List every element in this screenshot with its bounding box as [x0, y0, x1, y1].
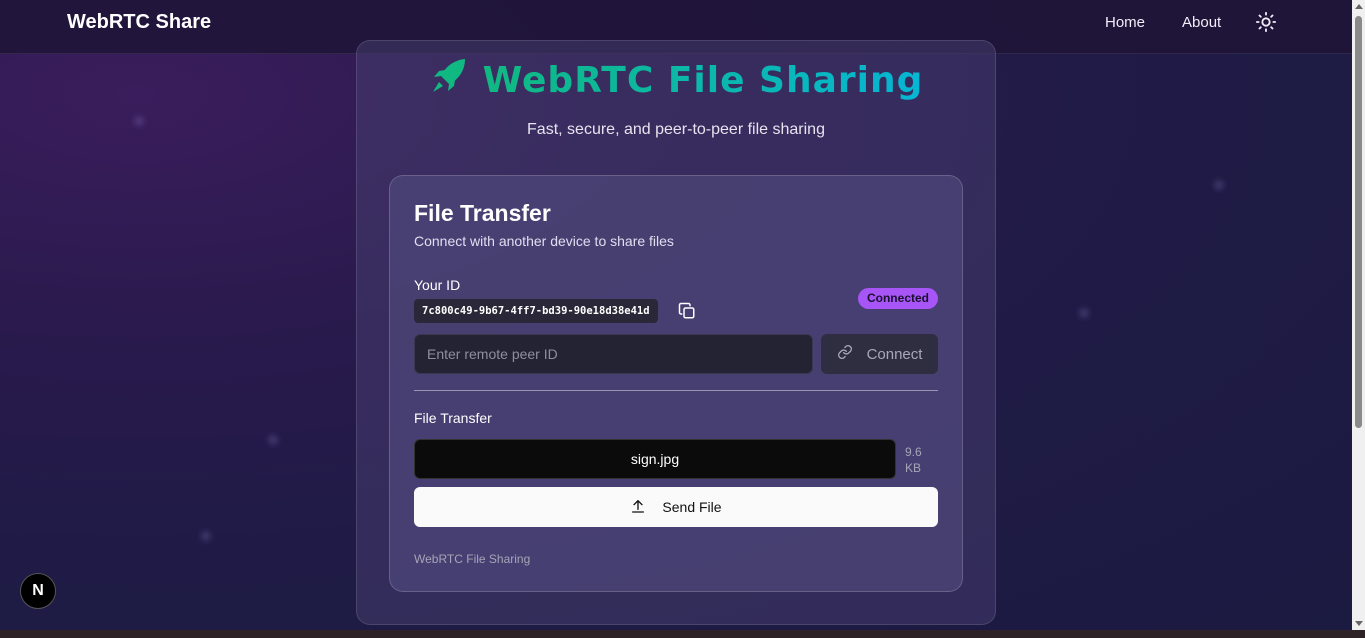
vertical-scrollbar[interactable] [1352, 0, 1365, 630]
brand-logo[interactable]: WebRTC Share [67, 11, 211, 34]
connect-button-label: Connect [866, 345, 923, 363]
hero-title: WebRTC File Sharing [0, 56, 1352, 105]
your-id-label: Your ID [414, 277, 461, 293]
hero-title-text: WebRTC File Sharing [482, 60, 924, 101]
scroll-up-arrow[interactable] [1355, 4, 1363, 9]
background-star [201, 531, 211, 541]
hero-subtitle: Fast, secure, and peer-to-peer file shar… [527, 121, 825, 138]
card-footer: WebRTC File Sharing [414, 552, 531, 566]
selected-file[interactable]: sign.jpg [414, 439, 896, 479]
sun-icon[interactable] [1255, 11, 1277, 33]
background-star [1079, 308, 1089, 318]
rocket-icon [429, 56, 469, 105]
connect-button[interactable]: Connect [821, 334, 938, 374]
peer-id-value: 7c800c49-9b67-4ff7-bd39-90e18d38e41d [414, 299, 658, 323]
taskbar-strip [0, 630, 1365, 638]
nav-home-link[interactable]: Home [1105, 14, 1145, 31]
scroll-down-arrow[interactable] [1355, 621, 1363, 626]
file-transfer-label: File Transfer [414, 410, 492, 426]
card-description: Connect with another device to share fil… [414, 233, 674, 249]
copy-icon[interactable] [678, 302, 696, 320]
send-file-label: Send File [662, 499, 722, 515]
file-size: 9.6 KB [905, 445, 922, 475]
card-title: File Transfer [414, 200, 551, 226]
file-transfer-card: File Transfer Connect with another devic… [389, 175, 963, 592]
background-star [268, 435, 278, 445]
remote-peer-id-input[interactable] [414, 334, 813, 374]
link-icon [837, 344, 853, 364]
divider [414, 390, 938, 391]
send-file-button[interactable]: Send File [414, 487, 938, 527]
scroll-thumb[interactable] [1355, 16, 1362, 428]
upload-icon [630, 498, 646, 517]
status-badge: Connected [857, 288, 938, 309]
nav-about-link[interactable]: About [1182, 14, 1221, 31]
background-star [1214, 180, 1224, 190]
nextjs-dev-badge[interactable]: N [20, 573, 56, 609]
